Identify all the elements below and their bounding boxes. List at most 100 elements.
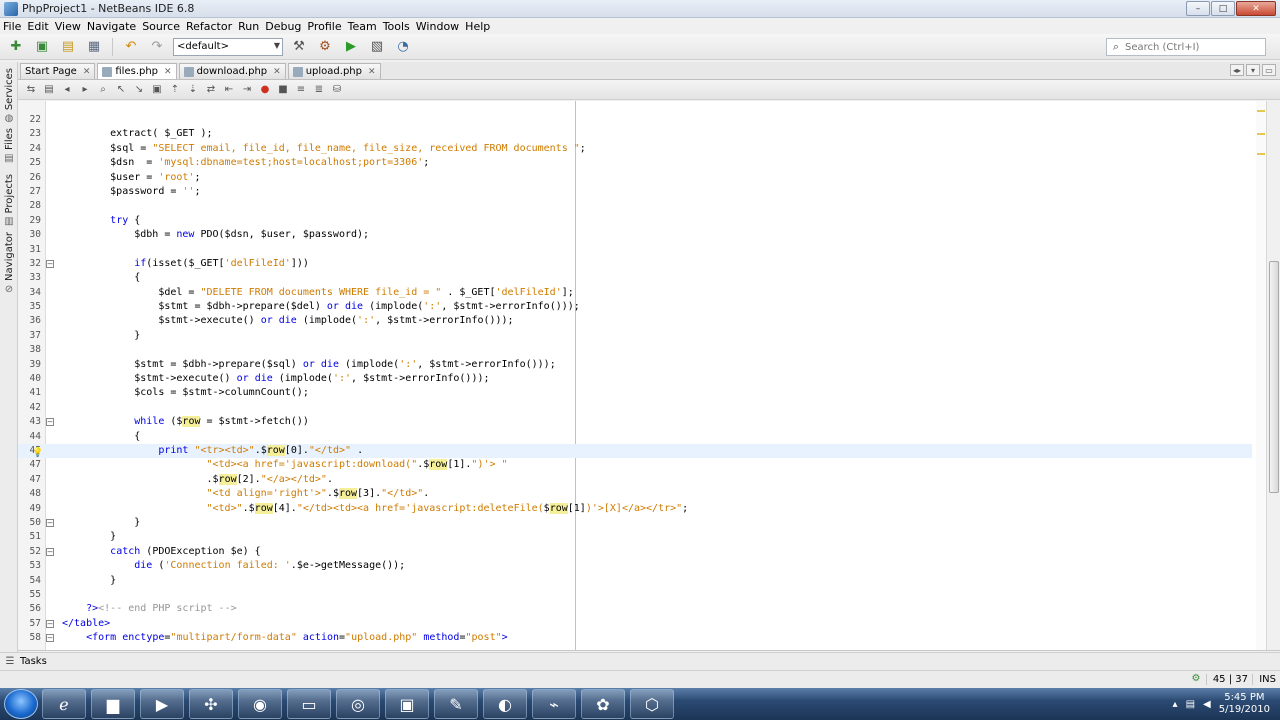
code-line[interactable]: 23 extract( $_GET );: [18, 127, 1252, 141]
code-line[interactable]: 57– </table>: [18, 617, 1252, 631]
menu-run[interactable]: Run: [238, 20, 263, 33]
start-button[interactable]: [4, 689, 38, 719]
source-view-icon[interactable]: ⇆: [24, 83, 38, 97]
fold-toggle-icon[interactable]: –: [46, 634, 54, 643]
scroll-tabs-left-icon[interactable]: ◂▸: [1230, 64, 1244, 76]
undo-icon[interactable]: ↶: [121, 37, 141, 57]
menu-team[interactable]: Team: [348, 20, 381, 33]
code-line[interactable]: 42: [18, 401, 1252, 415]
code-line[interactable]: 26 $user = 'root';: [18, 171, 1252, 185]
code-line[interactable]: 49 "<td>".$row[4]."</td><td><a href='jav…: [18, 502, 1252, 516]
code-line[interactable]: 55: [18, 588, 1252, 602]
menu-profile[interactable]: Profile: [307, 20, 345, 33]
code-line[interactable]: 39 $stmt = $dbh->prepare($sql) or die (i…: [18, 358, 1252, 372]
media-player-icon[interactable]: ▶: [140, 689, 184, 719]
tasks-label[interactable]: Tasks: [20, 656, 47, 667]
tab-files-php[interactable]: files.php ✕: [97, 63, 177, 79]
toggle-bookmark-icon[interactable]: ⇄: [204, 83, 218, 97]
code-line[interactable]: 51 }: [18, 530, 1252, 544]
toggle-highlight-icon[interactable]: ▣: [150, 83, 164, 97]
code-line[interactable]: 27 $password = '';: [18, 185, 1252, 199]
sync-app-icon[interactable]: ✣: [189, 689, 233, 719]
code-editor[interactable]: 22 23 extract( $_GET ); 24 $sql = "SELECT …: [18, 101, 1280, 651]
code-line[interactable]: 41 $cols = $stmt->columnCount();: [18, 386, 1252, 400]
code-line[interactable]: 47 .$row[2]."</a></td>".: [18, 473, 1252, 487]
code-line[interactable]: 35 $stmt = $dbh->prepare($del) or die (i…: [18, 300, 1252, 314]
tab-download-php[interactable]: download.php ✕: [178, 63, 286, 79]
clean-build-icon[interactable]: ⚙: [315, 37, 335, 57]
network-icon[interactable]: ▤: [1186, 699, 1195, 710]
database-icon[interactable]: ⛁: [330, 83, 344, 97]
stop-macro-icon[interactable]: ■: [276, 83, 290, 97]
code-line[interactable]: 47 "<td><a href='javascript:download(".$…: [18, 458, 1252, 472]
code-line[interactable]: 38: [18, 343, 1252, 357]
prev-bookmark-icon[interactable]: ⇡: [168, 83, 182, 97]
fold-toggle-icon[interactable]: –: [46, 259, 54, 268]
open-project-icon[interactable]: ▤: [58, 37, 78, 57]
visual-studio-icon[interactable]: ▣: [385, 689, 429, 719]
code-line[interactable]: 30 $dbh = new PDO($dsn, $user, $password…: [18, 228, 1252, 242]
code-line[interactable]: 54 }: [18, 574, 1252, 588]
redo-icon[interactable]: ↷: [147, 37, 167, 57]
fold-toggle-icon[interactable]: –: [46, 518, 54, 527]
code-line[interactable]: 34 $del = "DELETE FROM documents WHERE f…: [18, 286, 1252, 300]
clock[interactable]: 5:45 PM 5/19/2010: [1219, 692, 1270, 716]
code-line[interactable]: 48 "<td align='right'>".$row[3]."</td>".: [18, 487, 1252, 501]
tab-upload-php[interactable]: upload.php ✕: [287, 63, 381, 79]
uncomment-icon[interactable]: ≣: [312, 83, 326, 97]
fold-toggle-icon[interactable]: –: [46, 619, 54, 628]
firefox-icon[interactable]: ◐: [483, 689, 527, 719]
debug-icon[interactable]: ▧: [367, 37, 387, 57]
run-icon[interactable]: ▶: [341, 37, 361, 57]
code-line[interactable]: 36 $stmt->execute() or die (implode(':',…: [18, 314, 1252, 328]
sidebar-tab-projects[interactable]: Projects ▥: [0, 174, 18, 228]
drawing-app-icon[interactable]: ✎: [434, 689, 478, 719]
explorer-folder-icon[interactable]: ▆: [91, 689, 135, 719]
menu-window[interactable]: Window: [416, 20, 463, 33]
close-icon[interactable]: ✕: [273, 67, 281, 77]
tray-arrow-icon[interactable]: ▴: [1173, 699, 1178, 710]
code-line[interactable]: 53 die ('Connection failed: '.$e->getMes…: [18, 559, 1252, 573]
notification-icon[interactable]: ⚙: [1190, 673, 1202, 685]
maximize-button[interactable]: □: [1211, 1, 1235, 16]
new-file-icon[interactable]: ▣: [32, 37, 52, 57]
chrome-icon[interactable]: ◎: [336, 689, 380, 719]
code-line[interactable]: 32– if(isset($_GET['delFileId'])): [18, 257, 1252, 271]
close-icon[interactable]: ✕: [164, 67, 172, 77]
find-previous-icon[interactable]: ↖: [114, 83, 128, 97]
profile-icon[interactable]: ◔: [393, 37, 413, 57]
code-line[interactable]: 29 try {: [18, 214, 1252, 228]
code-line[interactable]: 28: [18, 199, 1252, 213]
forward-icon[interactable]: ▸: [78, 83, 92, 97]
netbeans-icon[interactable]: ⬡: [630, 689, 674, 719]
menu-navigate[interactable]: Navigate: [87, 20, 140, 33]
close-button[interactable]: ✕: [1236, 1, 1276, 16]
vertical-scrollbar[interactable]: [1266, 101, 1280, 650]
code-line[interactable]: 56 ?><!-- end PHP script -->: [18, 602, 1252, 616]
menu-edit[interactable]: Edit: [27, 20, 52, 33]
history-icon[interactable]: ▤: [42, 83, 56, 97]
menu-file[interactable]: File: [3, 20, 25, 33]
next-bookmark-icon[interactable]: ⇣: [186, 83, 200, 97]
menu-source[interactable]: Source: [142, 20, 184, 33]
new-project-icon[interactable]: ✚: [6, 37, 26, 57]
code-line[interactable]: 37 }: [18, 329, 1252, 343]
code-line[interactable]: 58– <form enctype="multipart/form-data" …: [18, 631, 1252, 645]
save-all-icon[interactable]: ▦: [84, 37, 104, 57]
code-line[interactable]: 33 {: [18, 271, 1252, 285]
start-macro-icon[interactable]: ●: [258, 83, 272, 97]
back-icon[interactable]: ◂: [60, 83, 74, 97]
close-icon[interactable]: ✕: [83, 67, 91, 77]
code-line[interactable]: 43– while ($row = $stmt->fetch()): [18, 415, 1252, 429]
build-icon[interactable]: ⚒: [289, 37, 309, 57]
code-line[interactable]: 25 $dsn = 'mysql:dbname=test;host=localh…: [18, 156, 1252, 170]
globe-app-icon[interactable]: ◉: [238, 689, 282, 719]
code-line[interactable]: 52– catch (PDOException $e) {: [18, 545, 1252, 559]
tab-list-icon[interactable]: ▾: [1246, 64, 1260, 76]
find-icon[interactable]: ⌕: [96, 83, 110, 97]
menu-tools[interactable]: Tools: [383, 20, 414, 33]
code-line[interactable]: 45 💡 print "<tr><td>".$row[0]."</td>" .: [18, 443, 1252, 459]
fold-toggle-icon[interactable]: –: [46, 547, 54, 556]
menu-help[interactable]: Help: [465, 20, 494, 33]
fold-toggle-icon[interactable]: –: [46, 418, 54, 427]
